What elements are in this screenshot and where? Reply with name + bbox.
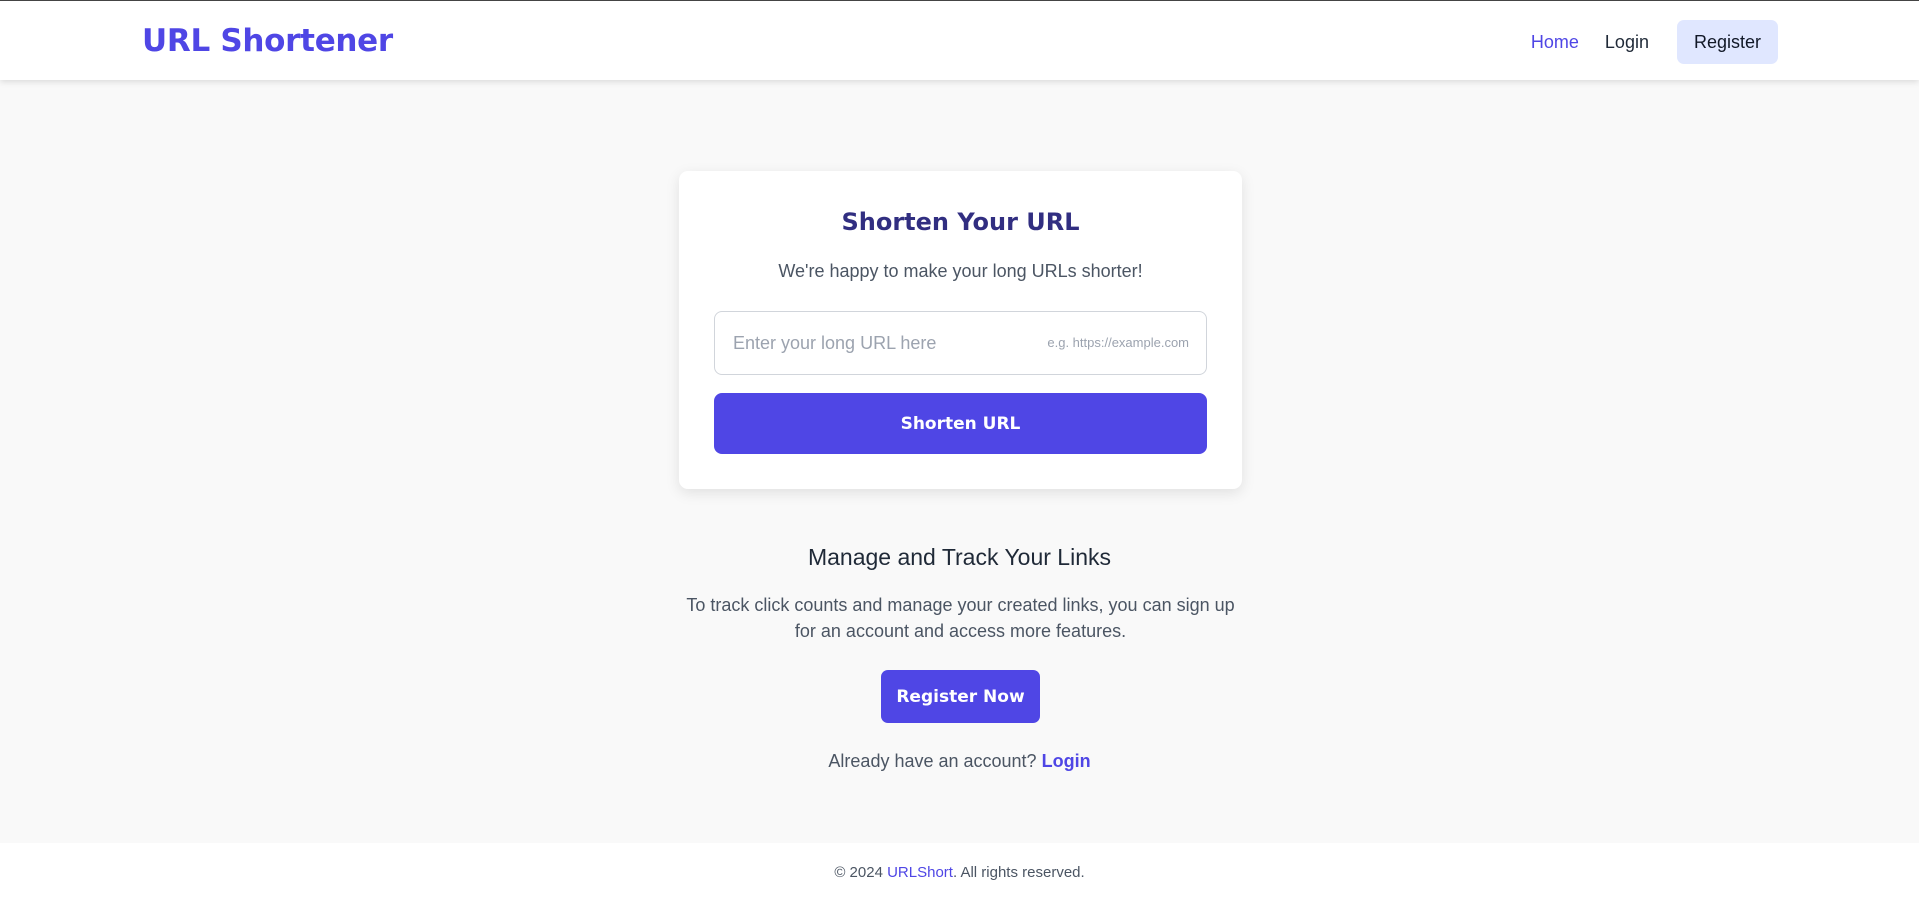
page-footer: © 2024 URLShort. All rights reserved. (0, 843, 1919, 899)
top-navbar: URL Shortener Home Login Register (0, 0, 1919, 80)
nav-register-button[interactable]: Register (1676, 20, 1778, 64)
card-title: Shorten Your URL (841, 208, 1080, 236)
nav-login-link[interactable]: Login (1605, 32, 1649, 53)
card-subtitle: We're happy to make your long URLs short… (778, 261, 1143, 281)
manage-section-description: To track click counts and manage your cr… (686, 595, 1235, 641)
login-prompt-text: Already have an account? (828, 751, 1037, 771)
login-prompt: Already have an account? Login (0, 751, 1919, 772)
footer-brand-link[interactable]: URLShort (887, 864, 953, 881)
footer-suffix: . All rights reserved. (952, 864, 1085, 881)
manage-section-title: Manage and Track Your Links (807, 544, 1112, 570)
shorten-url-button[interactable]: Shorten URL (714, 393, 1207, 454)
shorten-card: Shorten Your URL We're happy to make you… (679, 171, 1242, 489)
login-link[interactable]: Login (1042, 751, 1091, 771)
footer-prefix: © 2024 (834, 864, 883, 881)
brand-logo[interactable]: URL Shortener (142, 23, 393, 59)
url-example-hint: e.g. https://example.com (1047, 335, 1189, 350)
nav-home-link[interactable]: Home (1531, 32, 1579, 53)
url-input-wrapper: e.g. https://example.com (714, 311, 1207, 375)
main-nav: Home Login Register (1531, 20, 1778, 64)
register-now-button[interactable]: Register Now (881, 670, 1040, 723)
footer-copyright: © 2024 URLShort. All rights reserved. (0, 864, 1919, 881)
